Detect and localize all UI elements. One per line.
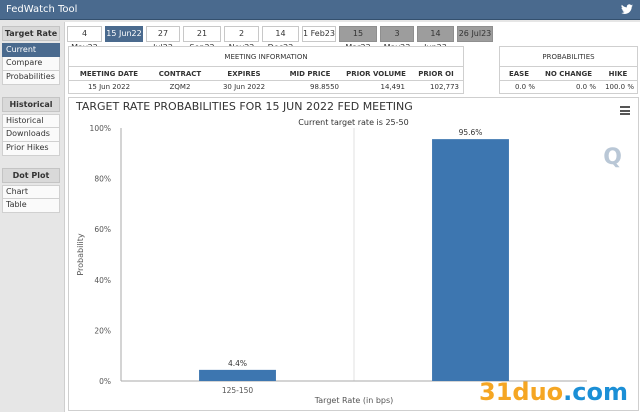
y-tick-label: 80% [94,175,111,184]
title-bar: FedWatch Tool [0,0,640,20]
meeting-date-value: 15 Jun 2022 [87,83,131,91]
tab-meeting-15-mar23[interactable]: 15 Mar23 [339,26,377,52]
no-change-value: 0.0 % [575,83,596,91]
y-tick-label: 20% [94,326,111,335]
tab-meeting-26-jul23[interactable]: 26 Jul23 [457,26,493,42]
y-tick-label: 100% [90,124,111,133]
sidebar-item-compare[interactable]: Compare [2,57,60,71]
y-axis-title: Probability [76,233,85,276]
prior-oi-value: 102,773 [430,83,459,91]
tab-meeting-1-feb23[interactable]: 1 Feb23 [302,26,336,42]
x-axis-title: Target Rate (in bps) [314,396,394,405]
sidebar-item-prior-hikes[interactable]: Prior Hikes [2,142,60,156]
y-tick-label: 60% [94,225,111,234]
data-label-150-175: 95.6% [459,128,483,137]
main-panel: 4 May22 15 Jun22 27 Jul22 21 Sep22 2 Nov… [64,22,640,412]
ease-value: 0.0 % [514,83,535,91]
y-tick-label: 40% [94,276,111,285]
meeting-information-value-row: 15 Jun 2022 ZQM2 30 Jun 2022 98.8550 14,… [69,81,463,94]
tab-meeting-15-jun22[interactable]: 15 Jun22 [105,26,143,42]
bar-150-175 [432,139,509,381]
hike-value: 100.0 % [605,83,634,91]
data-label-125-150: 4.4% [228,359,247,368]
sidebar-item-chart[interactable]: Chart [2,185,60,199]
tab-meeting-27-jul22[interactable]: 27 Jul22 [146,26,180,52]
meeting-information-table: MEETING INFORMATION MEETING DATE CONTRAC… [68,46,464,94]
column-header-mid-price: MID PRICE [289,70,331,78]
column-header-hike: HIKE [608,70,628,78]
chart-plot-area: 0% 20% 40% 60% 80% 100% 4.4% 125-150 95.6% Target… [76,124,587,405]
tab-meeting-2-nov22[interactable]: 2 Nov22 [224,26,259,52]
tab-meeting-4-may22[interactable]: 4 May22 [67,26,102,52]
sidebar: Target Rate Current Compare Probabilitie… [0,22,62,412]
expires-value: 30 Jun 2022 [222,83,266,91]
meeting-information-title: MEETING INFORMATION [69,47,463,67]
watermark-part-1: 31duo [479,378,564,406]
bar-125-150 [199,369,276,381]
tab-meeting-14-jun23[interactable]: 14 Jun23 [417,26,454,52]
sidebar-header-historical: Historical [2,97,60,112]
twitter-icon[interactable] [620,3,634,16]
x-tick-label: 125-150 [222,386,254,395]
sidebar-item-probabilities[interactable]: Probabilities [2,71,60,85]
tab-meeting-14-dec22[interactable]: 14 Dec22 [262,26,299,52]
y-tick-label: 0% [99,377,111,386]
column-header-no-change: NO CHANGE [544,70,593,78]
meeting-information-header-row: MEETING DATE CONTRACT EXPIRES MID PRICE … [69,68,463,81]
column-header-prior-volume: PRIOR VOLUME [346,70,406,78]
tab-meeting-3-may23[interactable]: 3 May23 [380,26,414,52]
sidebar-item-table[interactable]: Table [2,199,60,213]
prior-volume-value: 14,491 [380,83,406,91]
sidebar-header-dot-plot: Dot Plot [2,168,60,183]
column-header-prior-oi: PRIOR OI [418,70,454,78]
probability-chart: TARGET RATE PROBABILITIES FOR 15 JUN 202… [68,97,639,411]
probabilities-header-row: EASE NO CHANGE HIKE [500,68,637,81]
column-header-meeting-date: MEETING DATE [79,70,139,78]
app-title: FedWatch Tool [6,4,78,15]
probabilities-title: PROBABILITIES [500,47,637,67]
sidebar-item-current[interactable]: Current [2,43,60,57]
mid-price-value: 98.8550 [310,83,339,91]
column-header-expires: EXPIRES [227,70,261,78]
site-watermark: 31duo.com [479,378,628,406]
sidebar-item-downloads[interactable]: Downloads [2,128,60,142]
probabilities-value-row: 0.0 % 0.0 % 100.0 % [500,81,637,94]
sidebar-header-target-rate: Target Rate [2,26,60,41]
sidebar-item-historical[interactable]: Historical [2,114,60,128]
tab-meeting-21-sep22[interactable]: 21 Sep22 [183,26,221,52]
watermark-part-2: .com [563,378,628,406]
contract-value: ZQM2 [169,83,191,91]
probabilities-table: PROBABILITIES EASE NO CHANGE HIKE 0.0 % … [499,46,638,94]
column-header-contract: CONTRACT [158,70,202,78]
column-header-ease: EASE [508,70,530,78]
